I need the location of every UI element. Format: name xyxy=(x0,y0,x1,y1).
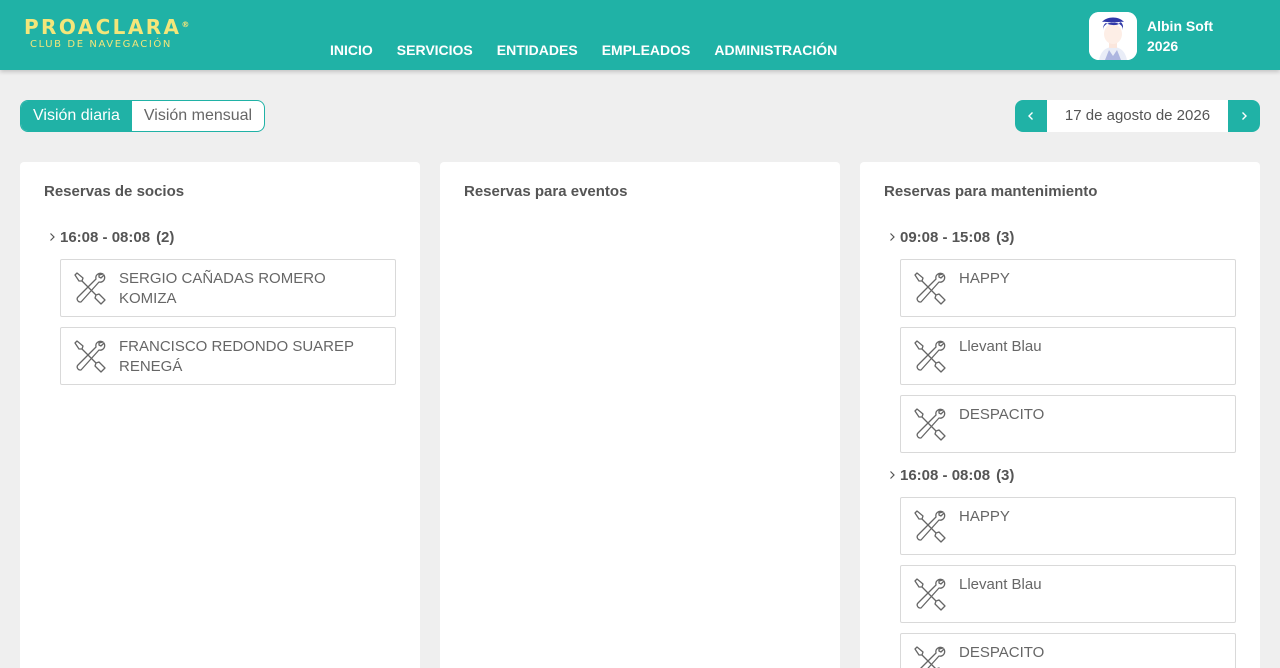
chevron-right-icon xyxy=(884,229,900,245)
logo-name: PROACLARA ® xyxy=(24,15,190,39)
daily-view-button[interactable]: Visión diaria xyxy=(21,101,132,131)
card-title: DESPACITO xyxy=(959,406,1045,423)
user-year: 2026 xyxy=(1147,38,1179,54)
monthly-view-button[interactable]: Visión mensual xyxy=(132,101,264,131)
prev-date-button[interactable] xyxy=(1015,100,1047,132)
reservation-group: 16:08 - 08:08 (2) SERGIO CAÑADAS ROMERO … xyxy=(44,225,396,385)
panel-title: Reservas para eventos xyxy=(464,183,628,200)
top-bar: PROACLARA ® CLUB DE NAVEGACIÓN INICIO SER… xyxy=(0,0,1280,70)
tools-icon xyxy=(901,498,959,554)
logo[interactable]: PROACLARA ® CLUB DE NAVEGACIÓN xyxy=(24,15,190,51)
tools-icon xyxy=(61,328,119,384)
tools-icon xyxy=(901,396,959,452)
group-header[interactable]: 16:08 - 08:08 (3) xyxy=(884,463,1236,487)
card-title: Llevant Blau xyxy=(959,338,1042,355)
panel-title: Reservas para mantenimiento xyxy=(884,183,1098,200)
tools-icon xyxy=(901,260,959,316)
chevron-right-icon xyxy=(44,229,60,245)
panel-event-reservations: Reservas para eventos xyxy=(440,162,840,668)
group-header[interactable]: 09:08 - 15:08 (3) xyxy=(884,225,1236,249)
reservation-group: 09:08 - 15:08 (3) HAPPY Llevant Blau DES… xyxy=(884,225,1236,453)
reservation-card[interactable]: Llevant Blau xyxy=(900,327,1236,385)
chevron-right-icon xyxy=(1242,112,1247,120)
reservation-card[interactable]: FRANCISCO REDONDO SUAREP RENEGÁ xyxy=(60,327,396,385)
view-toggle: Visión diaria Visión mensual xyxy=(20,100,266,132)
next-date-button[interactable] xyxy=(1228,100,1260,132)
reservation-card[interactable]: HAPPY xyxy=(900,497,1236,555)
group-count: (2) xyxy=(156,228,175,246)
group-count: (3) xyxy=(996,466,1015,484)
panel-maintenance-reservations: Reservas para mantenimiento 09:08 - 15:0… xyxy=(860,162,1260,668)
nav-item-empleados[interactable]: EMPLEADOS xyxy=(590,40,703,60)
group-time-range: 16:08 - 08:08 xyxy=(60,228,151,246)
card-title: Llevant Blau xyxy=(959,576,1042,593)
reservation-card[interactable]: Llevant Blau xyxy=(900,565,1236,623)
tools-icon xyxy=(901,634,959,668)
reservation-card[interactable]: HAPPY xyxy=(900,259,1236,317)
card-title: SERGIO CAÑADAS ROMERO KOMIZA xyxy=(119,270,326,307)
group-header[interactable]: 16:08 - 08:08 (2) xyxy=(44,225,396,249)
group-time-range: 16:08 - 08:08 xyxy=(900,466,991,484)
card-title: DESPACITO xyxy=(959,644,1045,661)
nav-item-servicios[interactable]: SERVICIOS xyxy=(385,40,485,60)
panel-member-reservations: Reservas de socios 16:08 - 08:08 (2) SER… xyxy=(20,162,420,668)
user-menu[interactable]: Albin Soft 2026 xyxy=(1089,12,1213,60)
chevron-left-icon xyxy=(1028,112,1033,120)
group-count: (3) xyxy=(996,228,1015,246)
tools-icon xyxy=(61,260,119,316)
card-title: HAPPY xyxy=(959,508,1010,525)
main-nav: INICIO SERVICIOS ENTIDADES EMPLEADOS ADM… xyxy=(318,40,849,60)
current-date[interactable]: 17 de agosto de 2026 xyxy=(1047,100,1228,132)
date-navigator: 17 de agosto de 2026 xyxy=(1015,100,1260,132)
card-title: FRANCISCO REDONDO SUAREP RENEGÁ xyxy=(119,338,354,375)
chevron-right-icon xyxy=(884,467,900,483)
tools-icon xyxy=(901,328,959,384)
logo-tagline: CLUB DE NAVEGACIÓN xyxy=(30,39,172,50)
tools-icon xyxy=(901,566,959,622)
group-time-range: 09:08 - 15:08 xyxy=(900,228,991,246)
panel-title: Reservas de socios xyxy=(44,183,185,200)
reservation-card[interactable]: DESPACITO xyxy=(900,633,1236,668)
nav-item-entidades[interactable]: ENTIDADES xyxy=(485,40,590,60)
nav-item-inicio[interactable]: INICIO xyxy=(318,40,385,60)
reservation-group: 16:08 - 08:08 (3) HAPPY Llevant Blau DES… xyxy=(884,463,1236,668)
card-title: HAPPY xyxy=(959,270,1010,287)
avatar[interactable] xyxy=(1089,12,1137,60)
reservation-card[interactable]: DESPACITO xyxy=(900,395,1236,453)
user-name: Albin Soft xyxy=(1147,18,1214,34)
reservation-card[interactable]: SERGIO CAÑADAS ROMERO KOMIZA xyxy=(60,259,396,317)
nav-item-administracion[interactable]: ADMINISTRACIÓN xyxy=(702,40,849,60)
